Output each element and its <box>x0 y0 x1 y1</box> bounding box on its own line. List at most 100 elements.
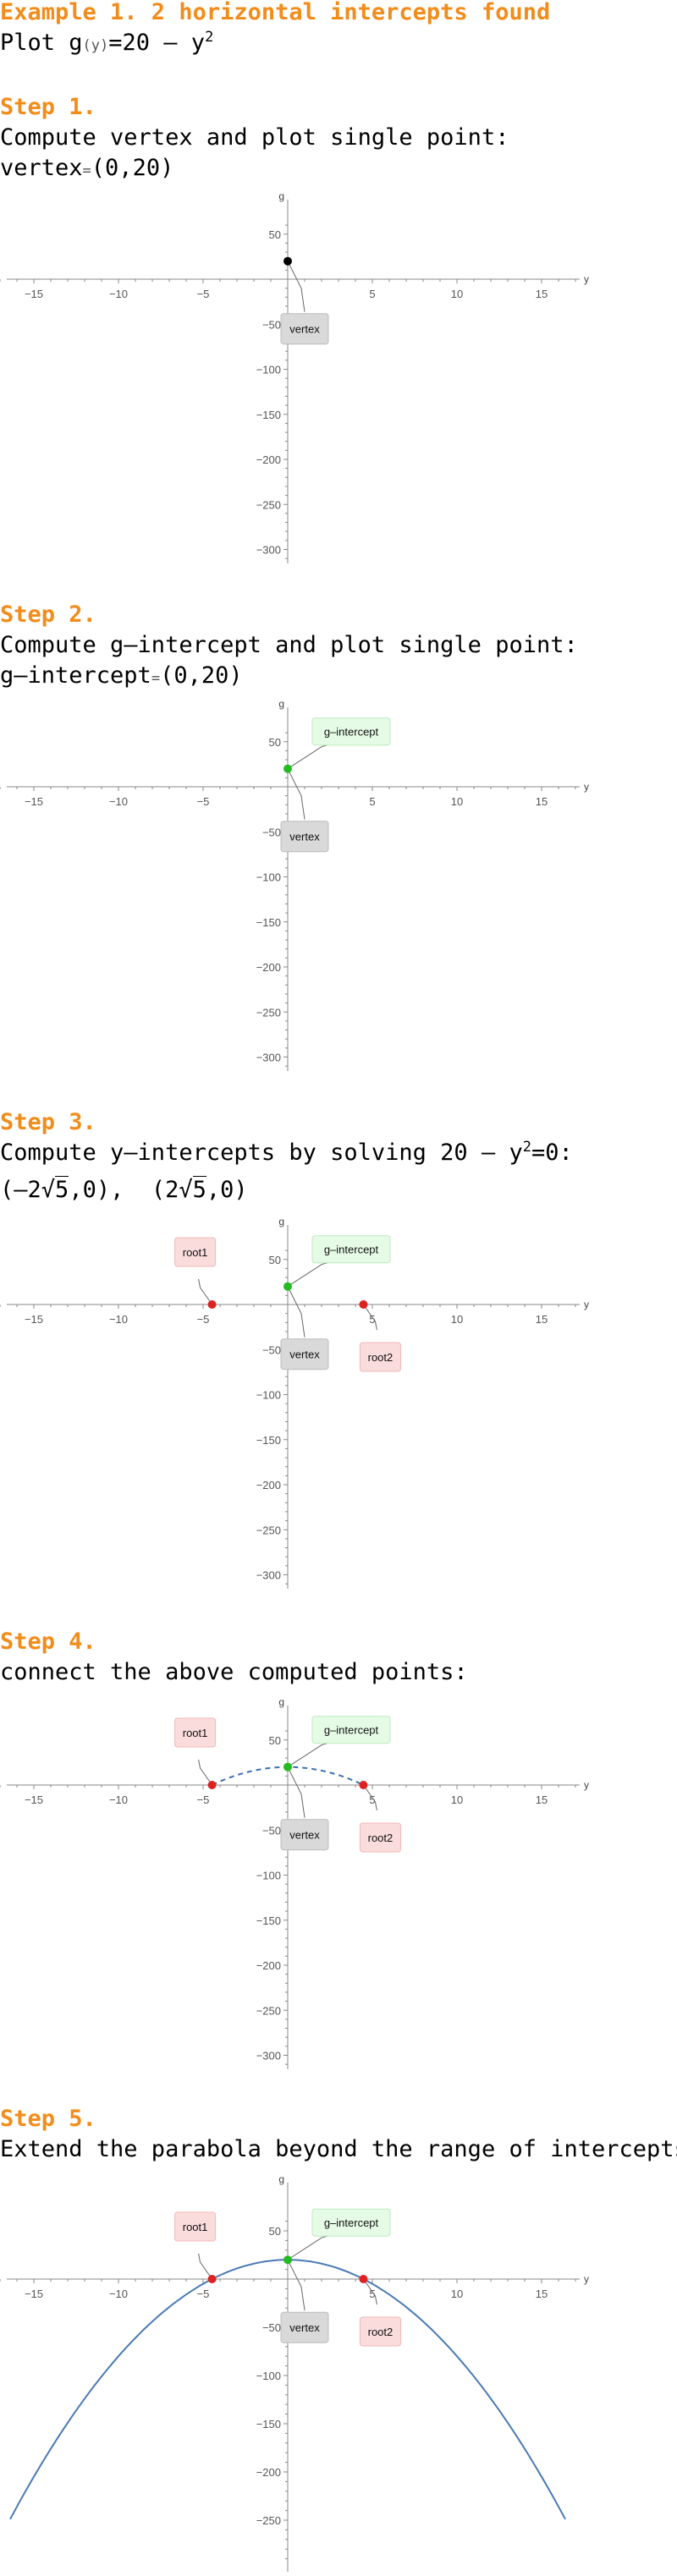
data-point-root2 <box>359 1300 368 1309</box>
point-label-root1: root1 <box>183 1727 208 1739</box>
y-tick-label: −50 <box>262 826 281 838</box>
x-tick-label: 10 <box>451 795 463 808</box>
step1-heading: Step 1. <box>0 94 96 120</box>
point-label-root1: root1 <box>183 1246 208 1259</box>
x-tick-label: −10 <box>109 288 128 300</box>
y-axis-label: g <box>278 699 284 710</box>
step2-eq: = <box>151 670 161 687</box>
x-tick-label: −10 <box>109 1313 128 1326</box>
x-tick-label: −15 <box>25 1313 43 1326</box>
step3-text: Compute y–intercepts by solving 20 – y2=… <box>0 1139 573 1167</box>
y-axis-label: g <box>278 1217 284 1228</box>
data-point-root2 <box>359 1781 368 1789</box>
label-leader <box>198 1278 212 1305</box>
y-tick-label: −50 <box>262 318 281 331</box>
x-axis-label: y <box>584 273 589 285</box>
x-tick-label: 15 <box>536 1793 548 1806</box>
y-tick-label: −100 <box>256 364 281 376</box>
step3-plot: yg−15 −10 −5 5 10 1550−50−100−150−200−250−300… <box>0 1217 589 1589</box>
x-axis-label: y <box>584 781 589 793</box>
point-label-g-intercept: g–intercept <box>324 2216 379 2229</box>
root1-sqrt-icon: √ <box>41 1177 56 1203</box>
step1-plot: y g −15 −10 −5 5 10 15 50 −50 −100 −150 −200 −250 −300… <box>0 191 589 563</box>
step1-result-name: vertex <box>0 155 83 181</box>
x-axis-label: y <box>584 1299 589 1310</box>
y-tick-label: −50 <box>262 2321 281 2334</box>
step5-plot: yg−15 −10 −5 5 10 1550−50−100−150−200−250vert… <box>0 2174 589 2572</box>
step3-roots: (–2√5,0), (2√5,0) <box>0 1176 248 1205</box>
y-tick-label: −150 <box>256 409 281 421</box>
y-axis-label: g <box>278 2174 284 2185</box>
point-label-root2: root2 <box>368 2326 394 2338</box>
y-tick-label: −300 <box>256 544 281 557</box>
y-tick-label: −200 <box>256 961 281 974</box>
x-tick-label: 5 <box>369 795 375 808</box>
x-tick-label: −5 <box>197 1313 210 1326</box>
point-label-g-intercept: g–intercept <box>324 726 379 739</box>
point-label-vertex: vertex <box>289 1348 320 1361</box>
step1-eq: = <box>82 162 91 179</box>
x-tick-label: −10 <box>109 2288 128 2300</box>
step4-plot: yg−15 −10 −5 5 10 1550−50−100−150−200−250−300… <box>0 1697 589 2069</box>
x-tick-label: 5 <box>369 288 375 300</box>
plot-function: Plot g(y)=20 – y2 <box>0 29 213 60</box>
x-axis-label: y <box>584 1779 589 1791</box>
y-tick-label: −200 <box>256 453 281 466</box>
x-tick-label: −5 <box>197 1793 210 1806</box>
x-tick-label: 15 <box>536 795 548 808</box>
page-title: Example 1. 2 horizontal intercepts found <box>0 0 551 25</box>
x-axis-label: y <box>584 2273 589 2285</box>
x-tick-label: 10 <box>451 1793 463 1806</box>
data-point-vertex <box>283 256 292 266</box>
data-point-root1 <box>207 2275 217 2283</box>
step4-heading: Step 4. <box>0 1629 96 1655</box>
y-tick-label: −250 <box>256 2514 281 2527</box>
y-tick-label: −50 <box>262 1343 281 1356</box>
x-tick-label: −15 <box>25 1793 43 1806</box>
y-tick-label: −100 <box>256 2370 281 2382</box>
root2-sqrt-icon: √ <box>179 1177 193 1203</box>
plot-exp: 2 <box>205 29 214 46</box>
y-tick-label: −300 <box>256 2050 281 2062</box>
root2-rad: 5 <box>192 1176 206 1203</box>
point-label-root1: root1 <box>183 2221 208 2233</box>
x-tick-label: −5 <box>197 2288 210 2300</box>
label-leader <box>198 1759 212 1786</box>
step4-text: connect the above computed points: <box>0 1659 468 1685</box>
y-tick-label: 50 <box>269 1254 281 1266</box>
point-label-g-intercept: g–intercept <box>324 1724 379 1737</box>
x-tick-label: −15 <box>25 795 43 808</box>
y-tick-label: −300 <box>256 1569 281 1582</box>
root1-b: ,0), <box>69 1177 124 1203</box>
data-point-g-intercept <box>283 2255 292 2265</box>
plot-eq: =20 – y <box>108 30 206 56</box>
x-tick-label: 10 <box>451 1313 463 1326</box>
label-leader <box>287 768 305 820</box>
y-tick-label: −200 <box>256 1959 281 1972</box>
step3-text-b: =0: <box>531 1140 573 1166</box>
y-tick-label: −300 <box>256 1052 281 1064</box>
label-leader <box>287 1286 305 1337</box>
step3-text-a: Compute y–intercepts by solving 20 – y <box>0 1140 523 1166</box>
y-tick-label: −250 <box>256 2004 281 2017</box>
point-label-vertex: vertex <box>289 323 320 336</box>
data-point-g-intercept <box>283 1282 292 1291</box>
root1-a: (–2 <box>0 1177 41 1203</box>
x-tick-label: 15 <box>536 1313 548 1326</box>
plot-arg: (y) <box>82 37 109 54</box>
x-tick-label: 10 <box>451 2288 463 2300</box>
step5-heading: Step 5. <box>0 2106 96 2132</box>
label-leader <box>287 1766 305 1818</box>
step3-text-exp: 2 <box>522 1139 531 1156</box>
y-axis-label: g <box>278 1697 284 1708</box>
data-point-g-intercept <box>283 1762 292 1771</box>
step1-result-value: (0,20) <box>91 155 174 181</box>
x-tick-label: −5 <box>197 795 210 808</box>
y-tick-label: −150 <box>256 916 281 929</box>
x-tick-label: −5 <box>197 288 210 300</box>
y-tick-label: −100 <box>256 1389 281 1402</box>
step2-text: Compute g–intercept and plot single poin… <box>0 632 578 658</box>
y-tick-label: −150 <box>256 1434 281 1447</box>
x-tick-label: 15 <box>536 2288 548 2300</box>
x-tick-label: −15 <box>25 2288 43 2300</box>
